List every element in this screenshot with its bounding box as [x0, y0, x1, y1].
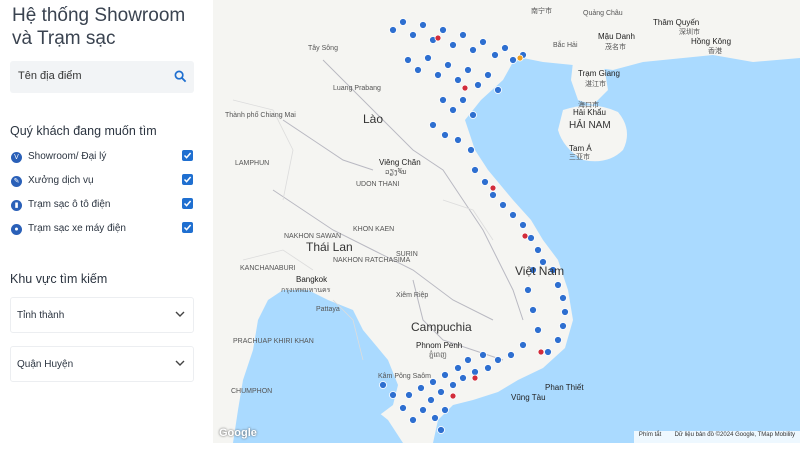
map-label-tham-quyen-local: 深圳市 [679, 29, 700, 36]
filter-scooter-charger[interactable]: ● Trạm sạc xe máy điện [10, 222, 195, 238]
district-select-value: Quận Huyện [17, 359, 74, 370]
chevron-down-icon [175, 360, 185, 366]
map-label-tam-a-local: 三亚市 [569, 154, 590, 161]
map-label-nakhon-ratchasima: NAKHON RATCHASIMA [333, 257, 411, 264]
filter-car-charger[interactable]: ▮ Trạm sạc ô tô điện [10, 198, 195, 214]
map-label-hong-kong-local: 香港 [708, 48, 722, 55]
map-label-bangkok-local: กรุงเทพมหานคร [281, 287, 331, 294]
map-label-tay-song: Tây Sông [308, 45, 338, 52]
filter-label: Xưởng dịch vụ [28, 175, 94, 186]
map-label-chiang-mai: Thành phố Chiang Mai [225, 112, 296, 119]
map-label-phnom-penh-local: ភ្នំពេញ [429, 352, 447, 359]
map-label-pattaya: Pattaya [316, 306, 340, 313]
filter-label: Trạm sạc xe máy điện [28, 223, 126, 234]
map-label-thailand: Thái Lan [306, 240, 353, 254]
map-label-nam-ninh: 南宁市 [531, 8, 552, 15]
map-label-hai-nam: HẢI NAM [569, 120, 611, 131]
map-base [213, 0, 800, 443]
scooter-icon: ● [11, 224, 22, 235]
map-label-nakhon-sawan: NAKHON SAWAN [284, 233, 342, 240]
map-label-vung-tau: Vũng Tàu [511, 393, 546, 402]
checkbox-car-charger[interactable] [182, 198, 193, 209]
showroom-icon: V [11, 152, 22, 163]
map-label-phnom-penh: Phnom Penh [416, 341, 463, 350]
map-label-kanchanaburi: KANCHANABURI [240, 265, 296, 272]
charger-icon: ▮ [11, 200, 22, 211]
map-label-bac-hai: Bắc Hải [553, 42, 578, 49]
map-label-chumphon: CHUMPHON [231, 388, 273, 395]
title-line-1: Hệ thống Showroom [12, 5, 186, 26]
map-label-hong-kong: Hồng Kông [691, 37, 732, 46]
keyboard-shortcuts-link[interactable]: Phím tắt [639, 432, 661, 438]
filter-label: Showroom/ Đại lý [28, 151, 107, 162]
checkbox-scooter-charger[interactable] [182, 222, 193, 233]
title-line-2: và Trạm sạc [12, 28, 116, 49]
checkbox-service[interactable] [182, 174, 193, 185]
map-label-tram-giang-local: 湛江市 [585, 81, 606, 88]
google-logo: Google [219, 427, 257, 439]
map-label-tham-quyen: Thâm Quyến [653, 18, 700, 27]
map-label-vientiane-local: ວຽງຈັນ [385, 169, 407, 176]
filter-service[interactable]: ✎ Xưởng dịch vụ [10, 174, 195, 190]
map-label-kampong-som: Kâm Pông Saôm [378, 373, 431, 380]
area-heading: Khu vực tìm kiếm [10, 272, 108, 286]
map-label-laos: Lào [363, 112, 384, 126]
map-label-mau-danh-local: 茂名市 [605, 44, 626, 51]
chevron-down-icon [175, 311, 185, 317]
map-data-credit[interactable]: Dữ liệu bản đồ ©2024 Google, TMap Mobili… [675, 432, 795, 438]
search-input[interactable]: Tên địa điểm [18, 70, 82, 82]
map-label-prachuap: PRACHUAP KHIRI KHAN [233, 338, 314, 345]
map-label-khon-kaen: KHON KAEN [353, 226, 395, 233]
map-label-bangkok: Bangkok [296, 275, 328, 284]
orange-markers [516, 54, 524, 62]
map-attribution: Phím tắt Dữ liệu bản đồ ©2024 Google, TM… [633, 431, 800, 443]
map-label-udon-thani: UDON THANI [356, 181, 400, 188]
filters-heading: Quý khách đang muốn tìm [10, 124, 157, 138]
map-label-mau-danh: Mậu Danh [598, 32, 635, 41]
district-select[interactable]: Quận Huyện [10, 346, 194, 382]
map-label-surin: SURIN [396, 251, 418, 258]
page-title: Hệ thống Showroom và Trạm sạc [12, 4, 202, 50]
map-label-tram-giang: Trạm Giang [578, 69, 620, 78]
sidebar: Hệ thống Showroom và Trạm sạc Tên địa đi… [0, 0, 205, 450]
map-label-luang-prabang: Luang Prabang [333, 85, 381, 92]
map-label-vietnam: Việt Nam [515, 264, 565, 278]
province-select-value: Tỉnh thành [17, 310, 65, 321]
search-field[interactable]: Tên địa điểm [10, 61, 194, 93]
map-canvas[interactable]: Lào Thái Lan Campuchia Việt Nam HẢI NAM … [213, 0, 800, 443]
filter-label: Trạm sạc ô tô điện [28, 199, 111, 210]
filter-showroom[interactable]: V Showroom/ Đại lý [10, 150, 195, 166]
map-label-hai-khau-local: 海口市 [578, 102, 599, 109]
province-select[interactable]: Tỉnh thành [10, 297, 194, 333]
map-label-lamphun: LAMPHUN [235, 160, 270, 167]
map-label-siem-reap: Xiêm Riệp [396, 292, 429, 299]
map-label-cambodia: Campuchia [411, 320, 472, 334]
search-icon[interactable] [174, 70, 187, 83]
wrench-icon: ✎ [11, 176, 22, 187]
map-label-vientiane: Viêng Chăn [379, 158, 421, 167]
map-label-quang-chau: Quảng Châu [583, 10, 623, 17]
checkbox-showroom[interactable] [182, 150, 193, 161]
map-label-phan-thiet: Phan Thiết [545, 383, 584, 392]
